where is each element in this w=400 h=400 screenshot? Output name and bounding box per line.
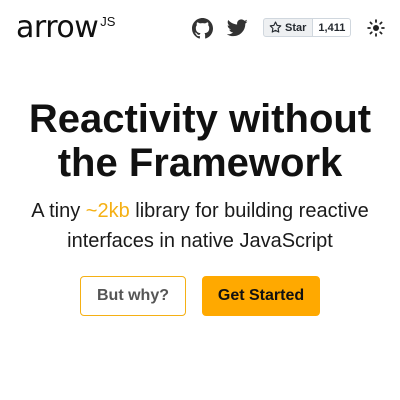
hero-subtitle: A tiny ~2kb library for building reactiv… <box>30 196 370 256</box>
star-icon <box>269 21 282 34</box>
but-why-button[interactable]: But why? <box>80 276 186 316</box>
hero-subtitle-size: ~2kb <box>85 200 130 222</box>
hero-title: Reactivity without the Framework <box>0 97 400 185</box>
page: arrow JS Star 1,411 Reactivity without t… <box>0 0 400 400</box>
github-icon <box>191 17 213 39</box>
sun-icon <box>367 19 385 37</box>
get-started-button[interactable]: Get Started <box>202 276 320 316</box>
logo-superscript: JS <box>100 14 116 29</box>
logo-wordmark: arrow <box>16 10 99 45</box>
hero-subtitle-before: A tiny <box>31 200 86 222</box>
hero-title-line2: the Framework <box>57 141 343 185</box>
logo-link[interactable]: arrow JS <box>16 13 115 43</box>
github-star-button[interactable]: Star <box>263 18 314 37</box>
github-link[interactable] <box>191 17 213 39</box>
twitter-link[interactable] <box>226 17 248 39</box>
hero-title-line1: Reactivity without <box>28 97 372 141</box>
github-star-count[interactable]: 1,411 <box>313 18 352 37</box>
twitter-icon <box>226 19 248 37</box>
theme-toggle-button[interactable] <box>365 17 387 39</box>
site-header: arrow JS Star 1,411 <box>0 0 400 56</box>
github-star-widget: Star 1,411 <box>263 18 352 37</box>
github-star-label: Star <box>285 21 307 34</box>
